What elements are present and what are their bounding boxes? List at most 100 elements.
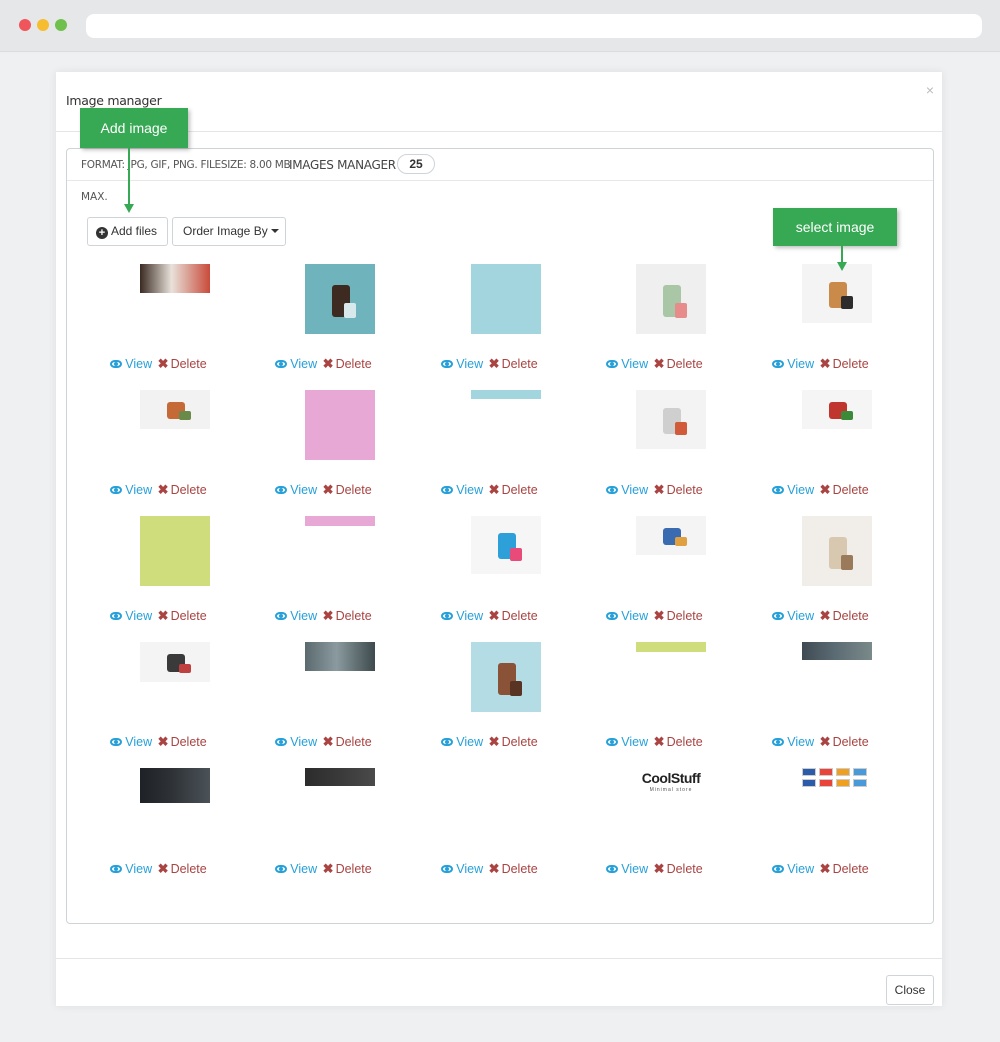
view-link[interactable]: View: [275, 357, 317, 371]
image-thumbnail-watch-box[interactable]: [802, 264, 872, 323]
delete-link[interactable]: ✖ Delete: [820, 608, 869, 623]
view-link[interactable]: View: [606, 735, 648, 749]
view-link[interactable]: View: [606, 609, 648, 623]
delete-x-icon: ✖: [819, 482, 831, 497]
view-link[interactable]: View: [110, 735, 152, 749]
image-thumbnail-vase-chair[interactable]: [305, 264, 375, 334]
image-thumbnail-dark-strip[interactable]: [305, 768, 375, 786]
delete-link[interactable]: ✖ Delete: [157, 608, 207, 623]
image-thumbnail-wall-clock[interactable]: [636, 390, 706, 449]
image-thumbnail-bottles-podium[interactable]: [471, 516, 541, 574]
delete-label: Delete: [335, 735, 372, 749]
view-link[interactable]: View: [441, 483, 483, 497]
image-thumbnail-lime-square[interactable]: [140, 516, 210, 586]
image-thumbnail-candles[interactable]: [636, 516, 706, 555]
view-link[interactable]: View: [110, 357, 152, 371]
image-thumbnail-pink-bar[interactable]: [305, 516, 375, 526]
image-thumbnail-lens[interactable]: [140, 642, 210, 682]
delete-link[interactable]: ✖ Delete: [489, 734, 538, 749]
view-link[interactable]: View: [441, 609, 483, 623]
delete-link[interactable]: ✖ Delete: [489, 608, 538, 623]
view-link[interactable]: View: [772, 483, 814, 497]
payment-card-icon: [819, 768, 833, 776]
image-card: View ✖ Delete: [738, 642, 903, 768]
view-link[interactable]: View: [110, 862, 152, 876]
view-link[interactable]: View: [275, 609, 317, 623]
view-label: View: [787, 483, 815, 497]
image-thumbnail-coolstuff-logo[interactable]: CoolStuff Minimal store: [636, 768, 706, 796]
image-actions: View ✖ Delete: [572, 356, 737, 372]
delete-link[interactable]: ✖ Delete: [653, 608, 703, 623]
view-link[interactable]: View: [606, 357, 648, 371]
delete-link[interactable]: ✖ Delete: [489, 482, 538, 497]
delete-link[interactable]: ✖ Delete: [819, 861, 869, 876]
delete-link[interactable]: ✖ Delete: [158, 861, 207, 876]
image-thumbnail-pink-square[interactable]: [305, 390, 375, 460]
delete-link[interactable]: ✖ Delete: [323, 861, 372, 876]
delete-link[interactable]: ✖ Delete: [820, 356, 869, 371]
view-label: View: [456, 357, 484, 371]
view-link[interactable]: View: [441, 357, 483, 371]
view-link[interactable]: View: [606, 483, 648, 497]
view-link[interactable]: View: [275, 483, 317, 497]
delete-link[interactable]: ✖ Delete: [488, 356, 538, 371]
delete-link[interactable]: ✖ Delete: [654, 734, 703, 749]
close-window-dot[interactable]: [19, 19, 31, 31]
close-button[interactable]: Close: [886, 975, 934, 1005]
image-thumbnail-sale-banner-red[interactable]: [140, 264, 210, 293]
delete-x-icon: ✖: [157, 608, 169, 623]
view-label: View: [290, 735, 318, 749]
view-link[interactable]: View: [772, 862, 814, 876]
delete-link[interactable]: ✖ Delete: [158, 482, 207, 497]
delete-link[interactable]: ✖ Delete: [323, 482, 372, 497]
image-thumbnail-lime-bar[interactable]: [636, 642, 706, 652]
view-link[interactable]: View: [772, 735, 814, 749]
delete-x-icon: ✖: [653, 608, 665, 623]
delete-link[interactable]: ✖ Delete: [158, 356, 207, 371]
image-thumbnail-sofa-banner[interactable]: [305, 642, 375, 671]
image-thumbnail-hat-bag[interactable]: [802, 516, 872, 586]
view-label: View: [621, 483, 649, 497]
select-image-arrow-line: [841, 246, 843, 263]
image-card: View ✖ Delete: [76, 768, 241, 894]
image-thumbnail-tree-decal[interactable]: [636, 264, 706, 334]
delete-link[interactable]: ✖ Delete: [323, 734, 372, 749]
delete-link[interactable]: ✖ Delete: [654, 861, 703, 876]
image-thumbnail-interior-strip[interactable]: [802, 642, 872, 660]
delete-link[interactable]: ✖ Delete: [158, 734, 207, 749]
view-link[interactable]: View: [275, 862, 317, 876]
view-link[interactable]: View: [441, 862, 483, 876]
image-thumbnail-plant-pot[interactable]: [140, 390, 210, 429]
delete-x-icon: ✖: [819, 861, 831, 876]
image-thumbnail-wooden-tags[interactable]: [471, 642, 541, 712]
image-card: View ✖ Delete: [76, 516, 241, 642]
image-thumbnail-dark-room[interactable]: [140, 768, 210, 803]
view-link[interactable]: View: [110, 609, 152, 623]
maximize-window-dot[interactable]: [55, 19, 67, 31]
minimize-window-dot[interactable]: [37, 19, 49, 31]
delete-link[interactable]: ✖ Delete: [819, 482, 869, 497]
delete-link[interactable]: ✖ Delete: [654, 356, 703, 371]
delete-link[interactable]: ✖ Delete: [323, 608, 372, 623]
delete-label: Delete: [501, 357, 538, 371]
image-thumbnail-payment-cards[interactable]: [802, 768, 872, 790]
view-link[interactable]: View: [772, 609, 814, 623]
image-card: View ✖ Delete: [76, 264, 241, 390]
delete-link[interactable]: ✖ Delete: [489, 861, 538, 876]
image-thumbnail-light-blue-bar[interactable]: [471, 390, 541, 399]
thumbnail-detail: [840, 411, 854, 421]
view-link[interactable]: View: [275, 735, 317, 749]
delete-link[interactable]: ✖ Delete: [820, 734, 869, 749]
view-link[interactable]: View: [110, 483, 152, 497]
view-link[interactable]: View: [606, 862, 648, 876]
delete-x-icon: ✖: [488, 356, 500, 371]
view-link[interactable]: View: [441, 735, 483, 749]
delete-link[interactable]: ✖ Delete: [323, 356, 372, 371]
address-bar[interactable]: [86, 14, 982, 38]
image-card: View ✖ Delete: [241, 390, 406, 516]
delete-link[interactable]: ✖ Delete: [654, 482, 703, 497]
image-thumbnail-light-blue-square[interactable]: [471, 264, 541, 334]
image-thumbnail-toy-car[interactable]: [802, 390, 872, 429]
view-link[interactable]: View: [772, 357, 814, 371]
close-icon[interactable]: ×: [926, 82, 934, 98]
